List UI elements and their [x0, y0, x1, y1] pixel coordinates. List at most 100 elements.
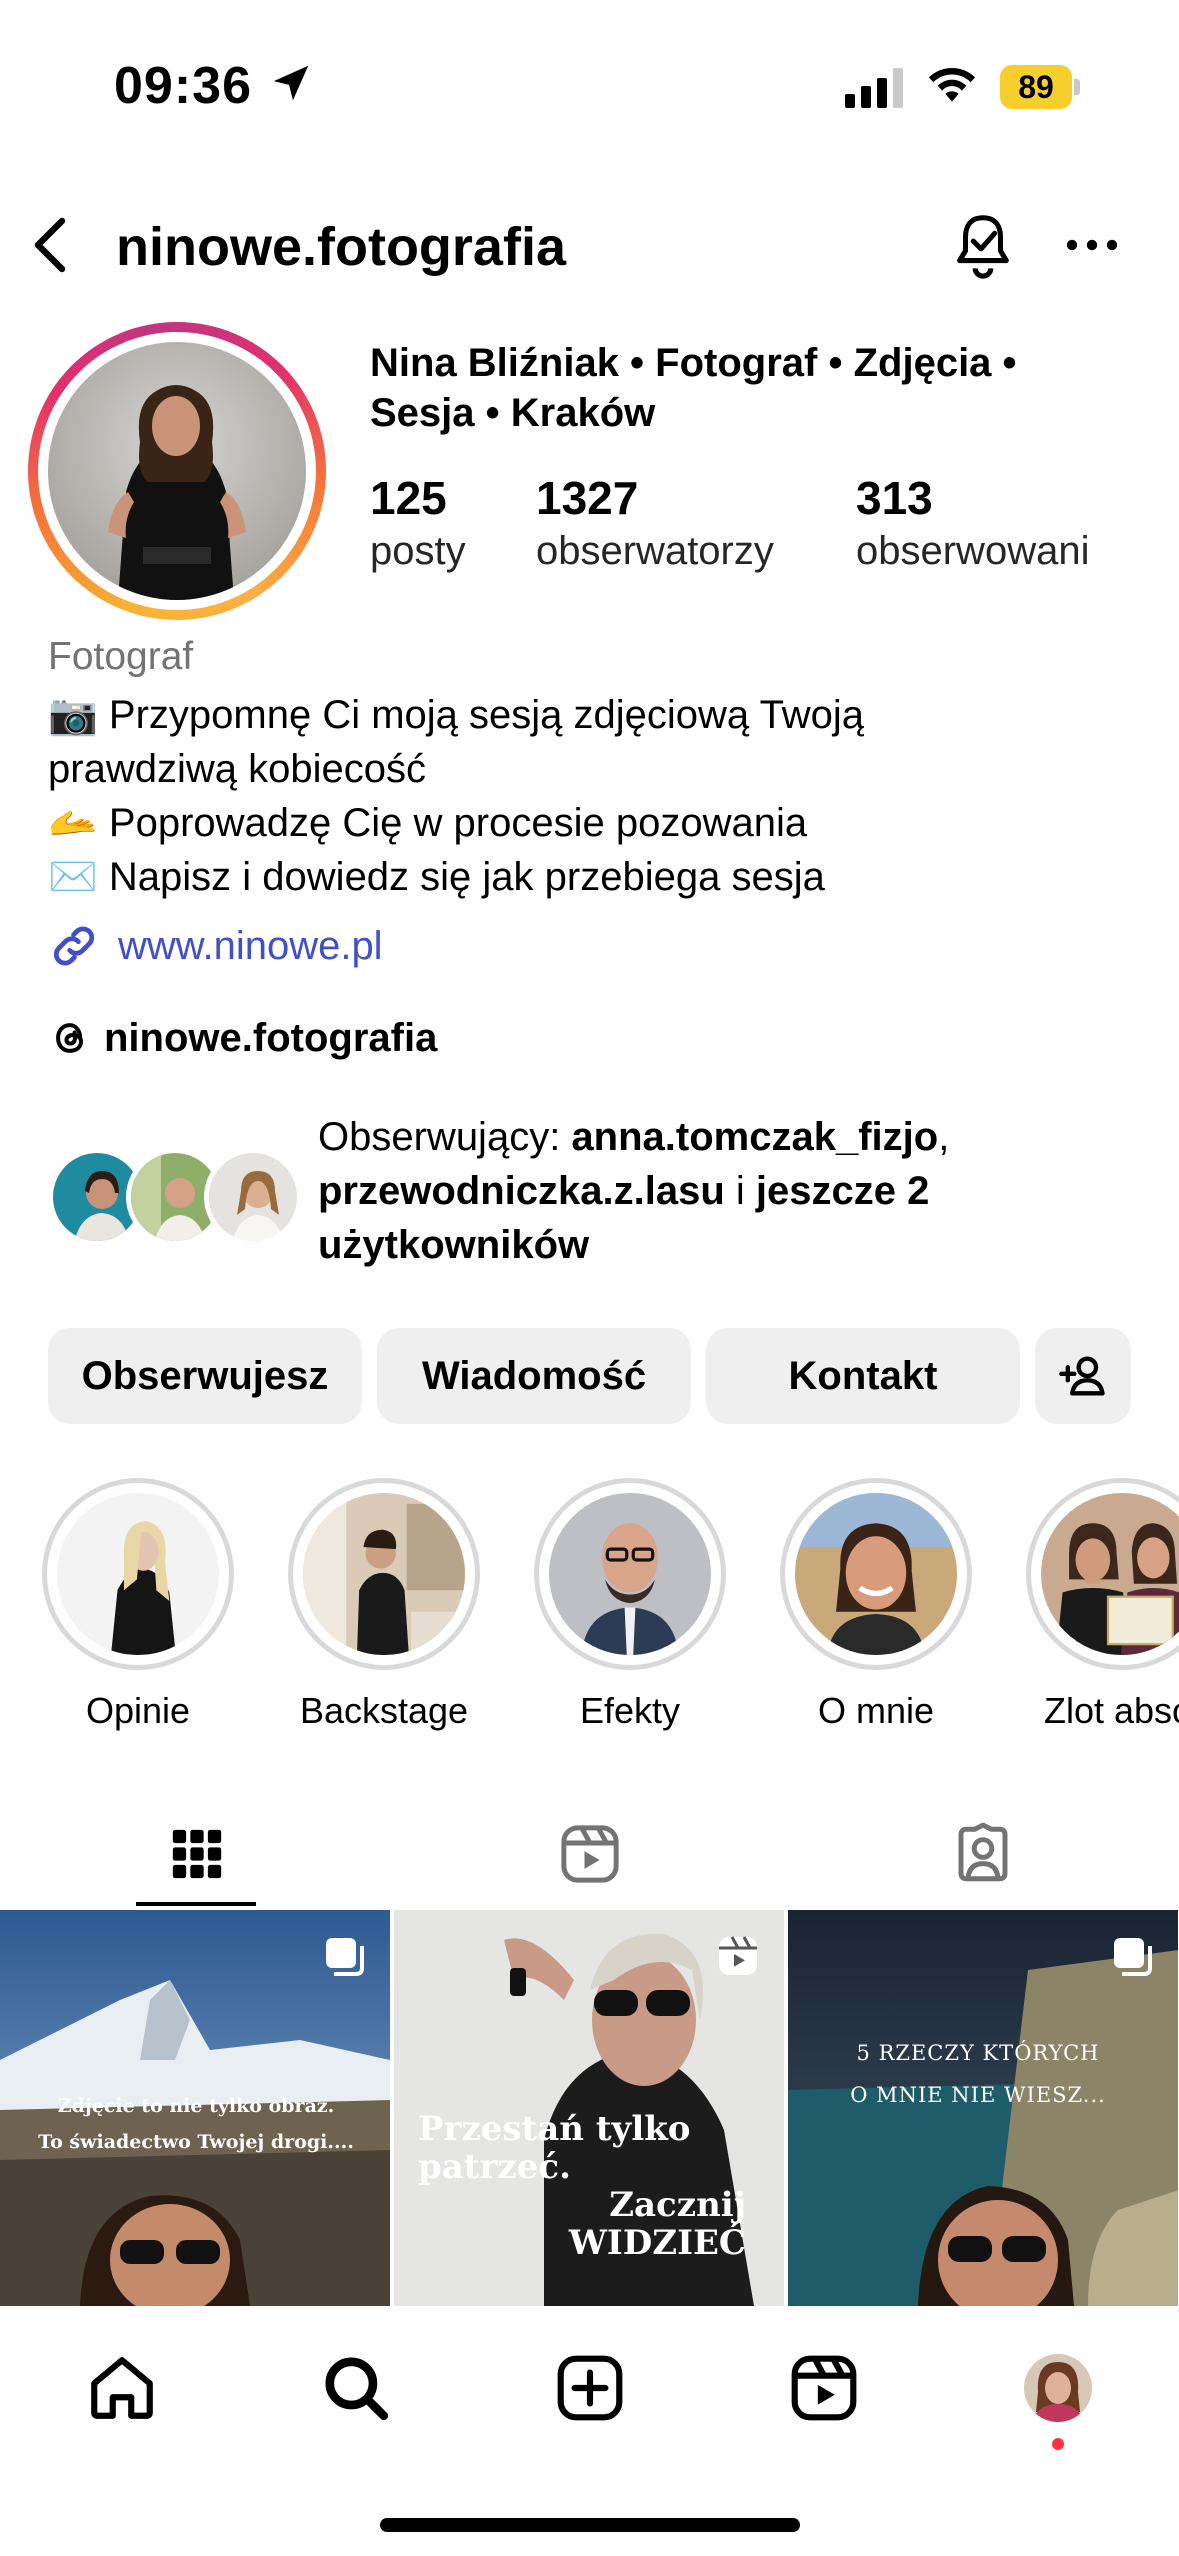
bio-line: prawdziwą kobiecość	[48, 747, 426, 791]
highlight-label: O mnie	[817, 1690, 935, 1731]
profile-category: Fotograf	[48, 635, 194, 678]
nav-create[interactable]	[550, 2348, 630, 2428]
more-dots-icon	[1066, 239, 1118, 251]
highlight-label: Opinie	[85, 1690, 191, 1731]
nav-search[interactable]	[316, 2348, 396, 2428]
mutual-user-1: anna.tomczak_fizjo	[571, 1115, 939, 1159]
tab-reels[interactable]	[393, 1800, 786, 1908]
wifi-icon	[928, 67, 976, 102]
mutual-avatar	[204, 1148, 302, 1246]
highlight-label: Efekty	[579, 1690, 681, 1731]
home-indicator	[380, 2518, 800, 2532]
stat-following[interactable]: 313 obserwowani	[856, 470, 1089, 576]
notifications-button[interactable]	[948, 210, 1018, 280]
nav-reels[interactable]	[784, 2348, 864, 2428]
highlight-o-mnie[interactable]: O mnie	[780, 1478, 972, 1732]
stat-following-value: 313	[856, 472, 933, 524]
tab-tagged[interactable]	[786, 1800, 1179, 1908]
profile-avatar[interactable]	[28, 322, 326, 620]
stat-following-label: obserwowani	[856, 529, 1090, 573]
mutual-followers-text: Obserwujący: anna.tomczak_fizjo, przewod…	[318, 1110, 1118, 1272]
post-thumbnail[interactable]: 5 RZECZY KTÓRYCH O MNIE NIE WIESZ...	[788, 1910, 1178, 2306]
message-button[interactable]: Wiadomość	[377, 1328, 691, 1424]
stat-posts-value: 125	[370, 472, 447, 524]
post-caption-line: WIDZIEĆ	[568, 2223, 746, 2263]
more-options-button[interactable]	[1062, 220, 1122, 270]
contact-button[interactable]: Kontakt	[706, 1328, 1020, 1424]
highlight-cover	[303, 1493, 465, 1655]
post-caption-line: To świadectwo Twojej drogi....	[38, 2131, 354, 2153]
nav-profile[interactable]	[1018, 2348, 1098, 2428]
battery-indicator: 89	[1000, 65, 1080, 109]
battery-level: 89	[1000, 65, 1072, 109]
highlight-ring	[1026, 1478, 1179, 1670]
profile-header: ninowe.fotografia	[0, 200, 1179, 290]
post-caption-line: O MNIE NIE WIESZ...	[850, 2083, 1106, 2107]
chevron-left-icon	[34, 217, 66, 273]
stat-followers[interactable]: 1327 obserwatorzy	[536, 470, 774, 576]
stat-posts[interactable]: 125 posty	[370, 470, 466, 576]
profile-website-link[interactable]: www.ninowe.pl	[48, 918, 383, 974]
stat-followers-value: 1327	[536, 472, 639, 524]
profile-avatar-icon	[1024, 2354, 1092, 2422]
mutual-conjunction: i	[724, 1169, 756, 1213]
bell-check-icon	[957, 215, 1009, 279]
website-link-text: www.ninowe.pl	[118, 923, 383, 968]
highlight-cover	[57, 1493, 219, 1655]
home-icon	[91, 2357, 153, 2419]
suggest-people-button[interactable]	[1035, 1328, 1131, 1424]
back-button[interactable]	[22, 208, 78, 282]
avatar-photo	[48, 342, 306, 600]
cellular-signal-icon	[845, 68, 903, 108]
reel-indicator-icon	[719, 1936, 757, 1975]
mutual-separator: ,	[938, 1115, 950, 1159]
post-caption-line: Przestań tylko	[418, 2109, 691, 2149]
status-bar: 09:36 89	[0, 0, 1179, 170]
reels-icon	[791, 2355, 857, 2421]
post-caption-line: patrzeć.	[418, 2147, 571, 2187]
post-thumbnail[interactable]: Przestań tylko patrzeć. Zacznij WIDZIEĆ	[394, 1910, 784, 2306]
post-thumbnail[interactable]: Zdjęcie to nie tylko obraz. To świadectw…	[0, 1910, 390, 2306]
highlight-label: Backstage	[299, 1690, 469, 1731]
status-time: 09:36	[114, 57, 252, 115]
highlight-backstage[interactable]: Backstage	[288, 1478, 480, 1732]
highlight-opinie[interactable]: Opinie	[42, 1478, 234, 1732]
search-icon	[325, 2357, 389, 2421]
reels-icon	[560, 1825, 619, 1883]
highlight-cover	[1041, 1493, 1179, 1655]
post-caption: Zdjęcie to nie tylko obraz. To świadectw…	[26, 2088, 366, 2160]
add-post-icon	[557, 2355, 623, 2421]
threads-icon	[56, 1023, 84, 1053]
profile-username: ninowe.fotografia	[116, 217, 566, 277]
tab-posts-grid[interactable]	[0, 1800, 393, 1908]
link-icon	[53, 926, 95, 966]
bio-line: ✉️ Napisz i dowiedz się jak przebiega se…	[48, 855, 825, 899]
nav-home[interactable]	[82, 2348, 162, 2428]
threads-profile-link[interactable]: ninowe.fotografia	[48, 1008, 437, 1068]
following-button[interactable]: Obserwujesz	[48, 1328, 362, 1424]
highlight-cover	[795, 1493, 957, 1655]
mutual-followers[interactable]: Obserwujący: anna.tomczak_fizjo, przewod…	[48, 1110, 1148, 1280]
highlight-label: Zlot absol	[1043, 1690, 1179, 1731]
highlight-ring	[780, 1478, 972, 1670]
highlight-cover	[549, 1493, 711, 1655]
location-arrow-icon	[273, 65, 309, 101]
profile-bio: 📷 Przypomnę Ci moją sesją zdjęciową Twoj…	[48, 688, 1148, 904]
post-caption-line: Zacznij	[609, 2185, 746, 2225]
carousel-icon	[326, 1938, 364, 1976]
bottom-navigation	[0, 2306, 1179, 2556]
posts-grid: Zdjęcie to nie tylko obraz. To świadectw…	[0, 1910, 1179, 2306]
highlight-ring	[534, 1478, 726, 1670]
bio-line: 🫴 Poprowadzę Cię w procesie pozowania	[48, 801, 808, 845]
battery-tip	[1074, 79, 1080, 95]
stat-posts-label: posty	[370, 529, 466, 573]
carousel-icon	[1114, 1938, 1152, 1976]
profile-full-name: Nina Bliźniak • Fotograf • Zdjęcia • Ses…	[370, 341, 1017, 435]
highlight-efekty[interactable]: Efekty	[534, 1478, 726, 1732]
mutual-prefix: Obserwujący:	[318, 1115, 572, 1159]
highlight-zlot[interactable]: Zlot absol	[1026, 1478, 1179, 1732]
post-caption: 5 RZECZY KTÓRYCH O MNIE NIE WIESZ...	[808, 2032, 1148, 2116]
profile-content-tabs	[0, 1800, 1179, 1908]
mutual-user-2: przewodniczka.z.lasu	[318, 1169, 725, 1213]
post-caption: Przestań tylko patrzeć. Zacznij WIDZIEĆ	[418, 2110, 768, 2262]
